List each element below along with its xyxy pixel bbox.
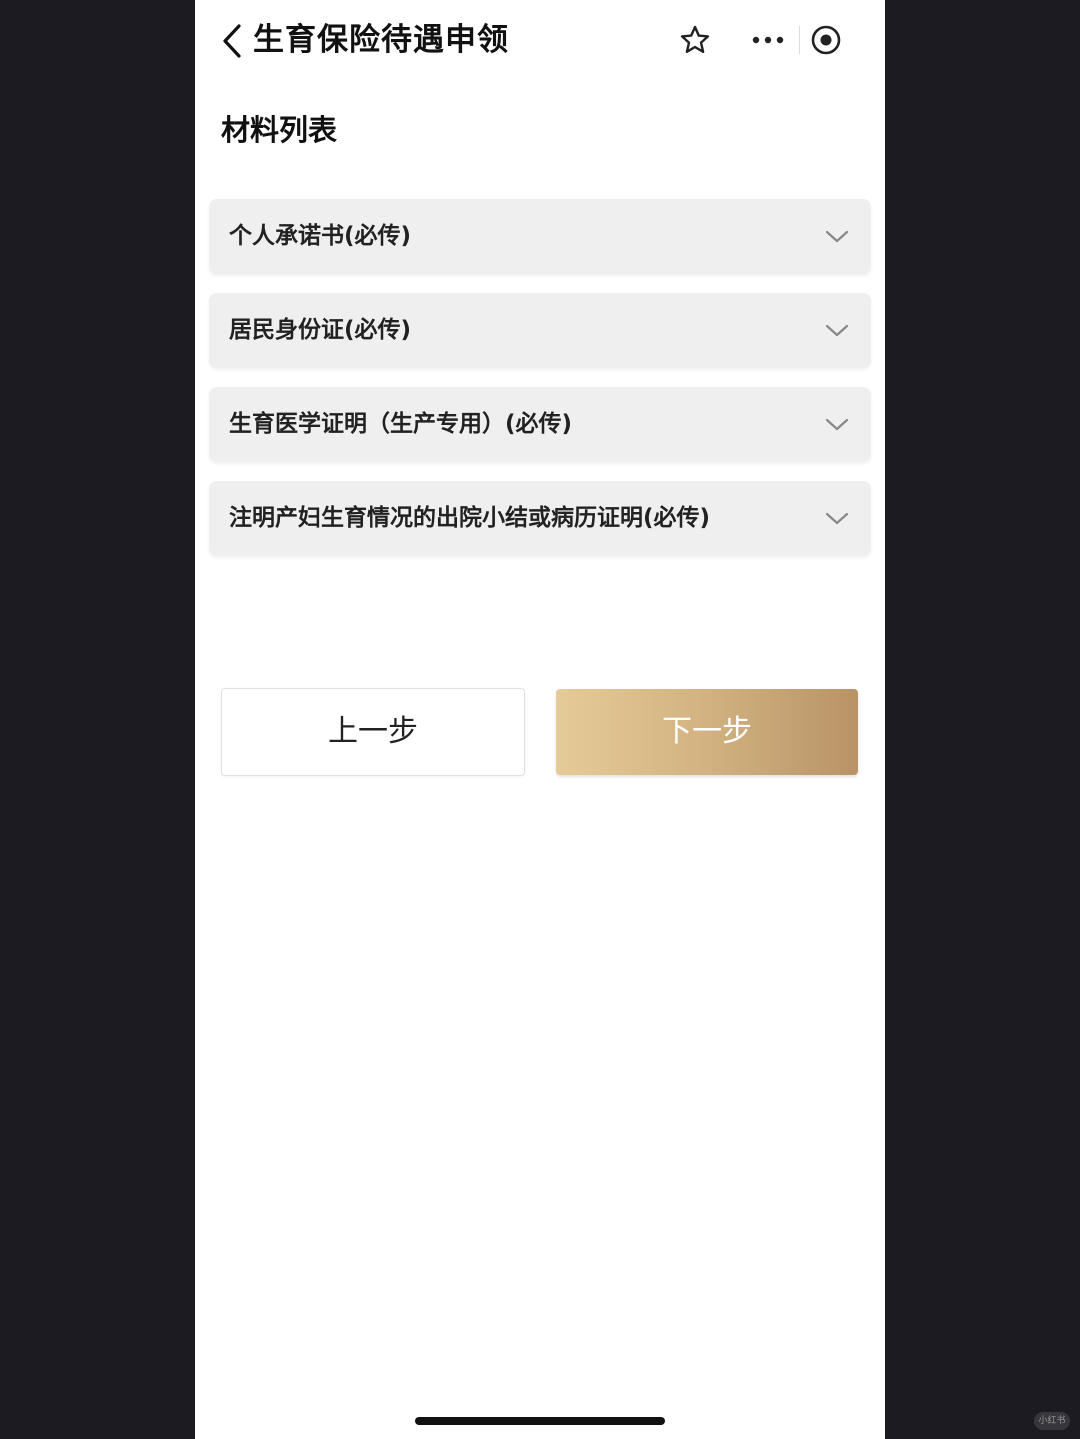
more-icon[interactable]: [751, 30, 785, 50]
material-item-label: 注明产妇生育情况的出院小结或病历证明(必传): [229, 505, 711, 531]
next-step-button[interactable]: 下一步: [556, 689, 858, 775]
material-item-label: 居民身份证(必传): [229, 317, 412, 343]
section-title: 材料列表: [221, 113, 338, 147]
material-item-label: 个人承诺书(必传): [229, 223, 412, 249]
target-icon[interactable]: [810, 24, 842, 56]
page-title: 生育保险待遇申领: [253, 22, 509, 58]
material-item-commitment[interactable]: 个人承诺书(必传): [209, 199, 871, 274]
back-icon[interactable]: [219, 22, 247, 60]
material-item-label: 生育医学证明（生产专用）(必传): [229, 411, 573, 437]
material-item-birth-certificate[interactable]: 生育医学证明（生产专用）(必传): [209, 387, 871, 462]
capsule-divider: [799, 26, 800, 54]
previous-step-button[interactable]: 上一步: [221, 688, 525, 776]
chevron-down-icon: [825, 418, 849, 431]
material-item-discharge-summary[interactable]: 注明产妇生育情况的出院小结或病历证明(必传): [209, 481, 871, 556]
material-item-id-card[interactable]: 居民身份证(必传): [209, 293, 871, 368]
home-indicator[interactable]: [415, 1417, 665, 1425]
navigation-bar: 生育保险待遇申领: [195, 0, 885, 82]
chevron-down-icon: [825, 324, 849, 337]
chevron-down-icon: [825, 230, 849, 243]
chevron-down-icon: [825, 512, 849, 525]
watermark-badge: 小红书: [1034, 1412, 1070, 1430]
star-icon[interactable]: [679, 24, 711, 56]
phone-screen: 生育保险待遇申领 材料列表 个人承诺书(必传) 居民身份证(必传) 生育医学证明…: [195, 0, 885, 1439]
materials-list: 个人承诺书(必传) 居民身份证(必传) 生育医学证明（生产专用）(必传) 注明产…: [209, 199, 871, 575]
